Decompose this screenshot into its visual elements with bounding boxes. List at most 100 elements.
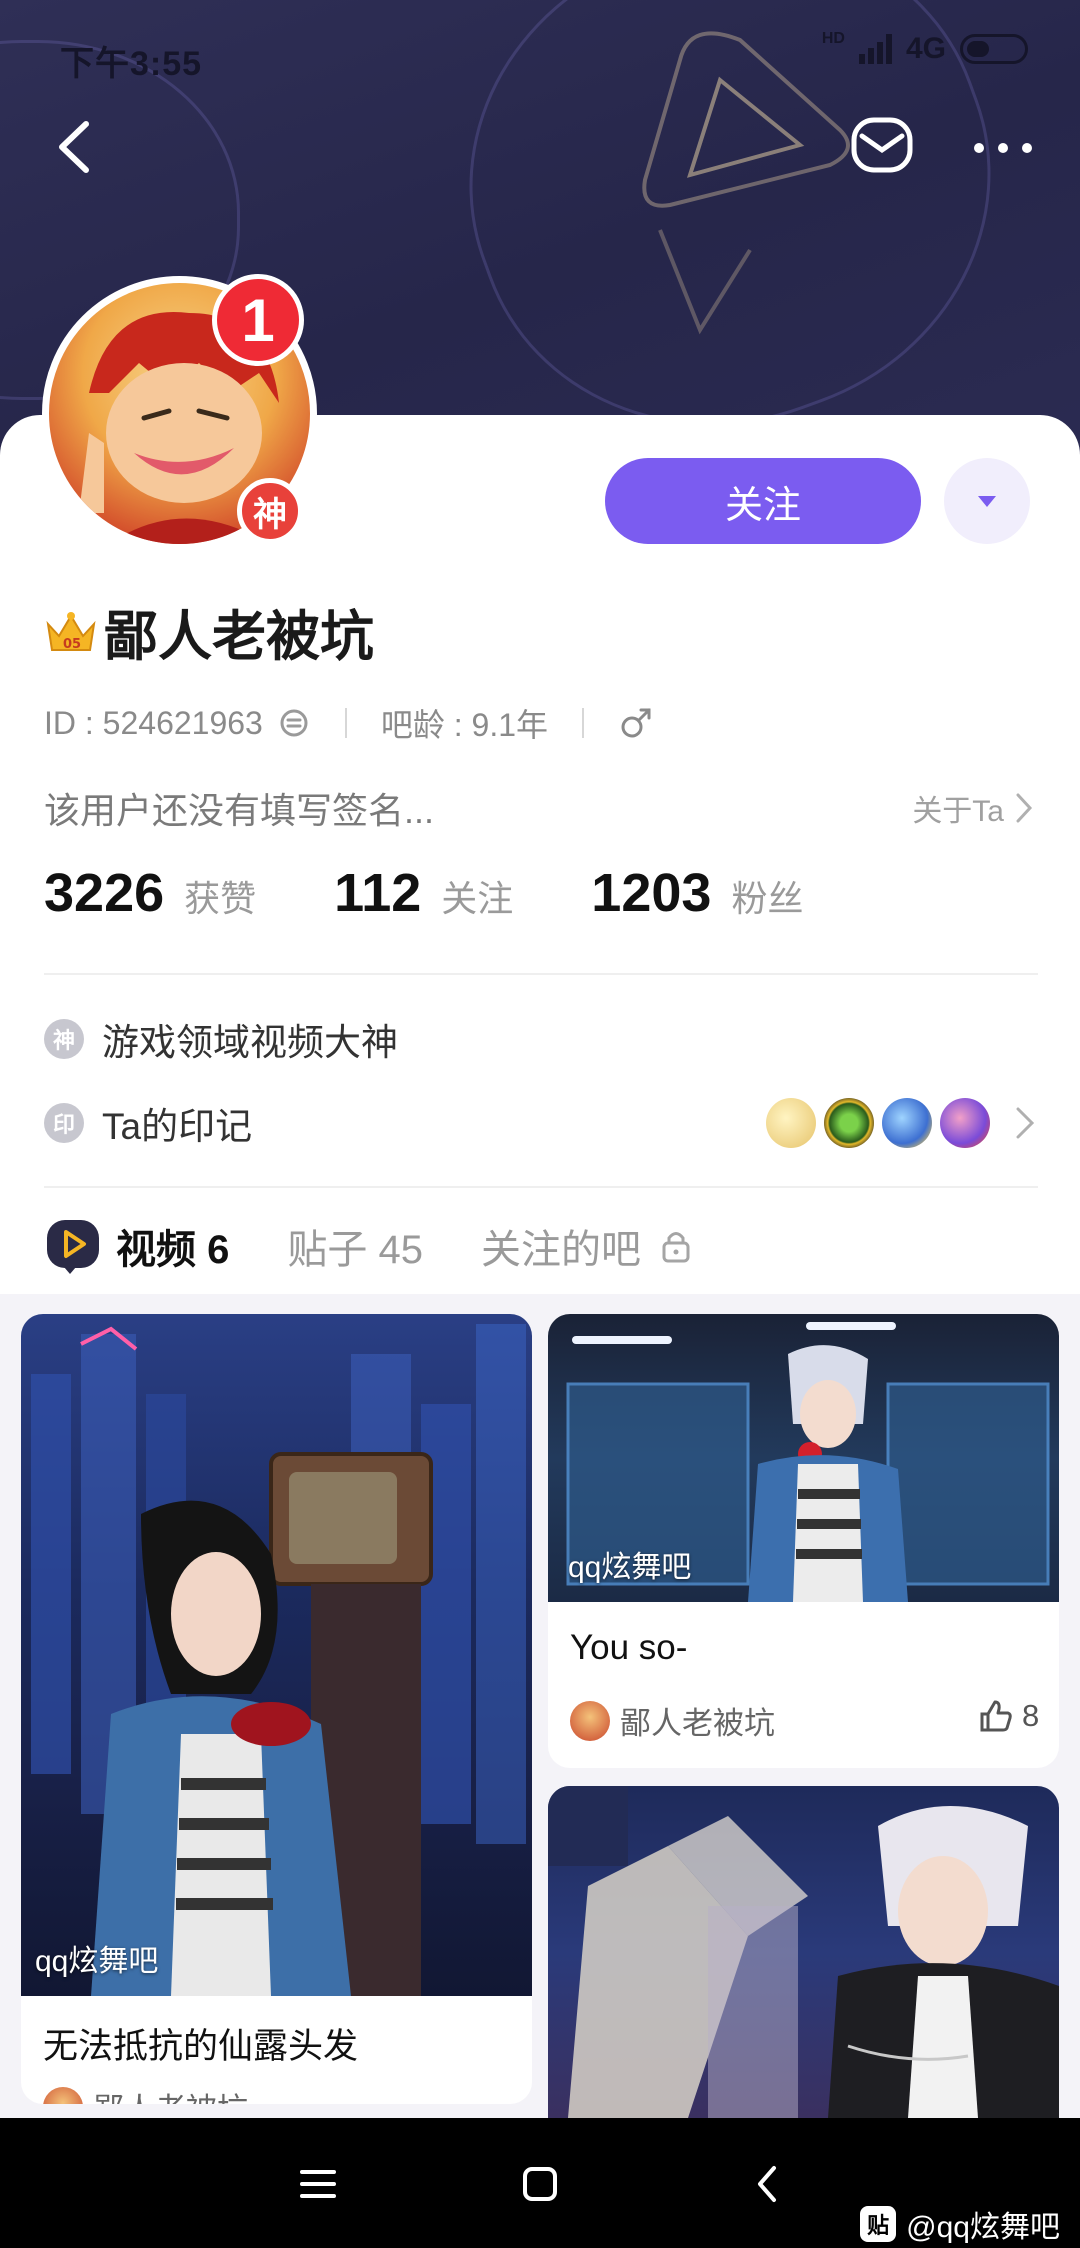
- stats-row: 3226 获赞 112 关注 1203 粉丝: [44, 862, 881, 924]
- system-navigation-bar: 贴 @qq炫舞吧: [0, 2118, 1080, 2248]
- mail-icon: [851, 117, 913, 173]
- tab-followed-bars[interactable]: 关注的吧: [481, 1217, 693, 1275]
- author-avatar: [570, 1700, 610, 1741]
- home-square-icon: [523, 2167, 557, 2201]
- like-count[interactable]: 8: [978, 1698, 1039, 1734]
- network-type: 4G: [905, 32, 946, 65]
- marks-row[interactable]: 印 Ta的印记: [44, 1096, 1038, 1150]
- watermark-text: @qq炫舞吧: [906, 2211, 1060, 2244]
- username: 鄙人老被坑: [104, 607, 374, 667]
- stat-label: 粉丝: [731, 878, 804, 919]
- signature-row: 该用户还没有填写签名... 关于Ta: [44, 782, 1034, 834]
- tab-video[interactable]: 视频 6: [44, 1217, 230, 1305]
- stat-likes[interactable]: 3226 获赞: [44, 862, 256, 924]
- stat-following[interactable]: 112 关注: [334, 862, 513, 924]
- notification-badge: 1: [212, 274, 304, 366]
- caret-down-icon: [978, 496, 996, 507]
- about-label: 关于Ta: [912, 795, 1004, 828]
- menu-button[interactable]: [288, 2154, 348, 2214]
- copy-icon[interactable]: [277, 706, 311, 740]
- hd-indicator: HD: [821, 30, 845, 47]
- mark-badge-4-icon: [940, 1098, 990, 1148]
- bar-age: 吧龄 : 9.1年: [380, 707, 549, 743]
- mark-badge-3-icon: [882, 1098, 932, 1148]
- system-back-button[interactable]: [738, 2154, 798, 2214]
- tab-posts[interactable]: 贴子 45: [287, 1217, 423, 1275]
- mark-badge-2-icon: [824, 1098, 874, 1148]
- message-button[interactable]: [848, 112, 916, 180]
- stat-number: 112: [334, 863, 422, 923]
- stat-label: 获赞: [184, 878, 257, 919]
- avatar-container[interactable]: 1 神: [42, 274, 317, 551]
- meta-row: ID : 524621963 吧龄 : 9.1年: [44, 700, 654, 746]
- author-avatar: [43, 2086, 83, 2104]
- tieba-logo-icon: 贴: [860, 2206, 897, 2242]
- mark-badge-1-icon: [766, 1098, 816, 1148]
- status-bar: 下午3:55 HD 4G: [0, 0, 1080, 110]
- video-title: 无法抵抗的仙露头发: [43, 2027, 359, 2066]
- signal-icon: [858, 34, 892, 64]
- title-text: 游戏领域视频大神: [102, 1022, 398, 1063]
- author-name: 鄙人老被坑: [620, 1706, 775, 1741]
- tab-label: 贴子 45: [287, 1228, 423, 1272]
- chevron-right-icon: [1016, 1107, 1035, 1139]
- content-tabs: 视频 6 贴子 45 关注的吧: [44, 1198, 751, 1305]
- video-scene: [31, 1324, 526, 1996]
- god-badge: 神: [237, 478, 303, 544]
- more-icon: [974, 143, 1032, 153]
- marks-text: Ta的印记: [102, 1106, 253, 1147]
- thumbs-up-icon: [980, 1700, 1012, 1732]
- crown-icon: 05: [46, 611, 96, 652]
- tieba-watermark: 贴 @qq炫舞吧: [860, 2202, 1060, 2246]
- stat-fans[interactable]: 1203 粉丝: [591, 862, 803, 924]
- about-ta-link[interactable]: 关于Ta: [912, 786, 1034, 830]
- separator: [344, 708, 347, 738]
- svg-text:05: 05: [63, 637, 81, 652]
- recommend-dropdown-button[interactable]: [944, 458, 1030, 544]
- battery-icon: [960, 34, 1028, 64]
- video-watermark: qq炫舞吧: [568, 1551, 692, 1584]
- signature: 该用户还没有填写签名...: [44, 790, 435, 831]
- username-row: 05 鄙人老被坑: [44, 592, 374, 671]
- video-author[interactable]: 鄙人老被坑: [570, 1698, 775, 1743]
- follow-button[interactable]: 关注: [605, 458, 921, 544]
- tab-label: 关注的吧: [480, 1228, 641, 1272]
- lock-icon: [662, 1232, 690, 1263]
- video-title: You so-: [570, 1628, 688, 1667]
- video-card[interactable]: qq炫舞吧 You so- 鄙人老被坑 8: [548, 1314, 1059, 1768]
- status-time: 下午3:55: [60, 45, 203, 83]
- stat-number: 1203: [591, 863, 712, 923]
- user-id: ID : 524621963: [44, 704, 263, 741]
- god-title-icon: 神: [44, 1019, 84, 1059]
- mark-badges: [766, 1098, 1038, 1148]
- video-card[interactable]: qq炫舞吧 无法抵抗的仙露头发 鄙人老被坑: [21, 1314, 532, 2104]
- video-thumbnail: qq炫舞吧: [21, 1314, 532, 1996]
- menu-icon: [300, 2170, 336, 2198]
- video-thumbnail: qq炫舞吧: [548, 1314, 1059, 1602]
- divider: [44, 1186, 1038, 1188]
- title-row[interactable]: 神 游戏领域视频大神: [44, 1012, 1038, 1066]
- male-icon: [621, 708, 651, 738]
- back-icon: [758, 2166, 776, 2202]
- stat-number: 3226: [44, 863, 165, 923]
- more-button[interactable]: [968, 118, 1038, 178]
- divider: [44, 973, 1038, 975]
- video-card[interactable]: [548, 1786, 1059, 2118]
- like-number: 8: [1022, 1698, 1040, 1733]
- mark-icon: 印: [44, 1103, 84, 1143]
- profile-screen: 下午3:55 HD 4G 1 神 关注 05 鄙人老被坑 ID: 524621…: [0, 0, 1080, 2248]
- back-icon: [59, 121, 89, 173]
- status-indicators: HD 4G: [821, 30, 1028, 66]
- home-button[interactable]: [510, 2154, 570, 2214]
- video-scene: [548, 1786, 1059, 2118]
- author-name: 鄙人老被坑: [93, 2084, 248, 2104]
- back-button[interactable]: [48, 112, 108, 182]
- stat-label: 关注: [441, 878, 514, 919]
- video-thumbnail: [548, 1786, 1059, 2118]
- video-author[interactable]: 鄙人老被坑: [43, 2084, 248, 2104]
- video-watermark: qq炫舞吧: [35, 1945, 159, 1978]
- separator: [582, 708, 585, 738]
- tab-label: 视频 6: [116, 1228, 230, 1272]
- chevron-right-icon: [1016, 793, 1033, 823]
- video-tab-icon: [47, 1220, 99, 1274]
